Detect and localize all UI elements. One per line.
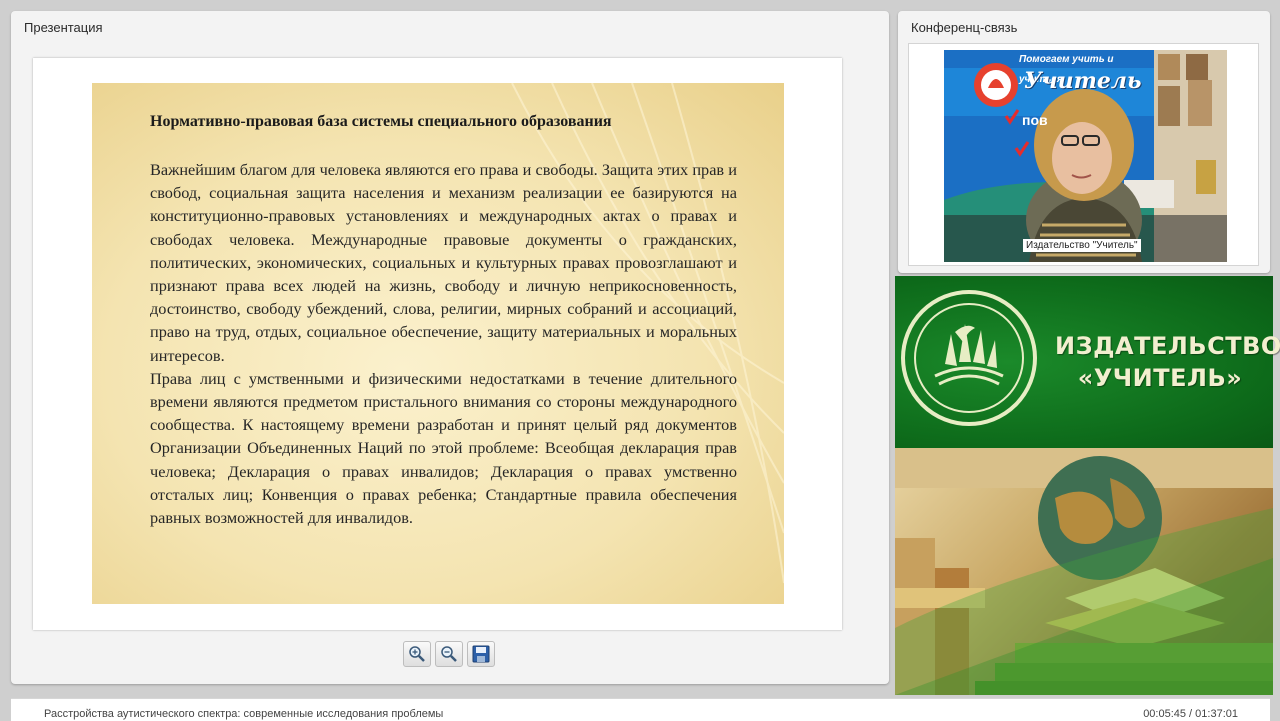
publisher-title-line1: ИЗДАТЕЛЬСТВО [1055, 332, 1280, 360]
save-button[interactable] [467, 641, 495, 667]
slide-paragraph: Права лиц с умственными и физическими не… [150, 368, 737, 528]
slide-heading: Нормативно-правовая база системы специал… [150, 113, 612, 130]
slide-frame: Нормативно-правовая база системы специал… [33, 58, 842, 630]
zoom-in-button[interactable] [403, 641, 431, 667]
publisher-title-line2: «УЧИТЕЛЬ» [1077, 364, 1243, 392]
books-globe-illustration [895, 448, 1273, 695]
slide-toolbar [403, 641, 495, 667]
video-frame: Помогаем учить и учиться Учитель пов Изд… [908, 43, 1259, 266]
publisher-photo [895, 448, 1273, 695]
publisher-logo [901, 290, 1037, 426]
slide: Нормативно-правовая база системы специал… [92, 83, 784, 604]
publisher-logo-icon [914, 303, 1024, 413]
slide-paragraph: Важнейшим благом для человека являются е… [150, 160, 737, 365]
slide-body: Важнейшим благом для человека являются е… [150, 158, 737, 529]
presentation-panel: Презентация Нормативно-правовая база сис… [11, 11, 889, 684]
video-banner-brand: Учитель [1024, 68, 1142, 94]
zoom-out-button[interactable] [435, 641, 463, 667]
video-feed[interactable]: Помогаем учить и учиться Учитель пов Изд… [944, 50, 1227, 262]
zoom-out-icon [441, 646, 457, 662]
publisher-banner: ИЗДАТЕЛЬСТВО «УЧИТЕЛЬ» [895, 276, 1280, 448]
webinar-title: Расстройства аутистического спектра: сов… [44, 708, 444, 720]
conference-panel: Конференц-связь Помогаем учить и учиться… [898, 11, 1270, 273]
video-participant-label: Издательство "Учитель" [1023, 239, 1141, 252]
conference-panel-title: Конференц-связь [911, 20, 1018, 35]
presentation-panel-title: Презентация [24, 20, 103, 35]
zoom-in-icon [409, 646, 425, 662]
video-banner-slogan: Помогаем учить и учиться [1019, 54, 1114, 85]
player-footer: Расстройства аутистического спектра: сов… [11, 698, 1270, 721]
publisher-title: ИЗДАТЕЛЬСТВО «УЧИТЕЛЬ» [1055, 330, 1280, 394]
video-banner-item: пов [1022, 112, 1048, 128]
playback-time: 00:05:45 / 01:37:01 [1143, 708, 1238, 720]
save-icon [472, 645, 490, 663]
